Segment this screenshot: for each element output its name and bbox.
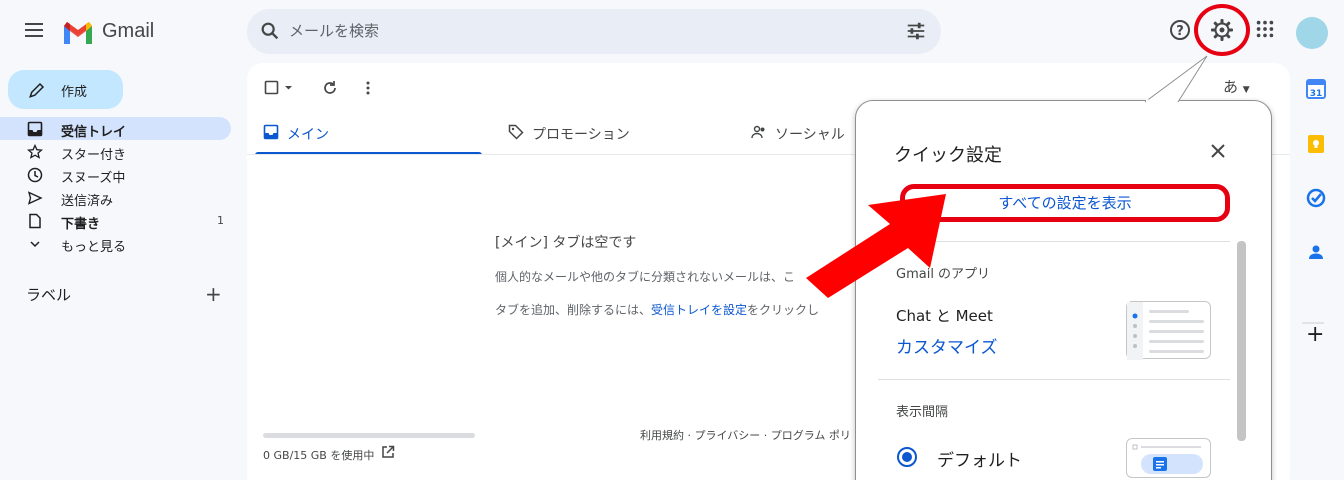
send-icon [27, 191, 43, 205]
get-addons-button[interactable]: + [1306, 322, 1324, 347]
main-menu-button[interactable] [22, 18, 46, 42]
empty-state-line-1: 個人的なメールや他のタブに分類されないメールは、こ [495, 270, 796, 284]
account-avatar[interactable] [1296, 17, 1328, 49]
calendar-icon[interactable]: 31 [1306, 79, 1326, 99]
tab-label: メイン [287, 127, 329, 143]
empty-state-line-2: タブを追加、削除するには、受信トレイを設定をクリックし [495, 301, 819, 318]
sidebar-item-label: 下書き [61, 217, 101, 232]
sidebar-item-label: スター付き [61, 148, 127, 163]
sidebar-item-snoozed[interactable]: スヌーズ中 [0, 163, 231, 186]
contacts-icon[interactable] [1306, 242, 1326, 262]
labels-heading: ラベル [26, 286, 72, 304]
refresh-icon[interactable] [322, 80, 338, 96]
sidebar-item-label: スヌーズ中 [61, 171, 126, 186]
chat-meet-label: Chat と Meet [896, 307, 993, 325]
tab-promotions[interactable]: プロモーション [492, 123, 732, 154]
compose-label: 作成 [61, 85, 88, 100]
quick-settings-panel: クイック設定 すべての設定を表示 Gmail のアプリ Chat と Meet … [855, 100, 1272, 480]
apps-grid-icon[interactable] [1254, 18, 1276, 40]
section-divider [878, 379, 1230, 380]
chat-meet-preview [1126, 301, 1211, 360]
density-default-radio[interactable] [897, 447, 917, 467]
storage-usage: 0 GB/15 GB を使用中 [263, 449, 375, 462]
sidebar-item-sent[interactable]: 送信済み [0, 186, 231, 209]
compose-button[interactable]: 作成 [8, 70, 123, 109]
search-input[interactable] [289, 15, 889, 47]
sidebar-item-label: 送信済み [61, 194, 114, 209]
inbox-settings-link[interactable]: 受信トレイを設定 [651, 303, 747, 317]
search-bar[interactable] [247, 9, 941, 54]
star-icon [27, 144, 43, 159]
sidebar-item-drafts[interactable]: 下書き 1 [0, 209, 231, 232]
search-options-icon[interactable] [905, 20, 927, 42]
gmail-brand: Gmail [102, 20, 155, 42]
apps-section-heading: Gmail のアプリ [896, 267, 991, 282]
empty-state-title: [メイン] タブは空です [495, 235, 637, 251]
tab-social[interactable]: ソーシャル [735, 123, 855, 154]
sidebar-item-label: 受信トレイ [61, 125, 127, 140]
help-icon[interactable]: ? [1168, 18, 1192, 42]
sidebar-item-count: 1 [217, 214, 224, 227]
density-section-heading: 表示間隔 [896, 405, 949, 420]
input-tools-label: あ [1223, 78, 1239, 96]
add-label-button[interactable]: + [205, 282, 222, 306]
sidebar-item-more[interactable]: もっと見る [0, 232, 231, 255]
scrollbar[interactable] [1237, 241, 1246, 441]
caret-down-icon: ▼ [1242, 85, 1250, 95]
more-vert-icon[interactable] [360, 80, 376, 96]
calendar-badge: 31 [1310, 89, 1323, 99]
search-icon[interactable] [259, 20, 281, 42]
inbox-icon [27, 121, 43, 137]
quick-settings-title: クイック設定 [894, 145, 1002, 166]
pencil-icon [29, 82, 45, 98]
tab-label: プロモーション [532, 127, 630, 143]
tab-primary[interactable]: メイン [247, 123, 482, 154]
density-default-label: デフォルト [937, 451, 1022, 471]
sidebar-item-inbox[interactable]: 受信トレイ [0, 117, 231, 140]
close-icon[interactable] [1208, 141, 1228, 161]
keep-icon[interactable] [1306, 134, 1326, 154]
input-tools-button[interactable]: あ ▼ [1223, 76, 1250, 97]
open-in-new-icon[interactable] [381, 445, 395, 459]
storage-meter [263, 433, 475, 438]
select-checkbox-icon[interactable] [264, 80, 296, 96]
people-icon [751, 125, 765, 139]
customize-link[interactable]: カスタマイズ [896, 333, 998, 358]
sidebar-item-starred[interactable]: スター付き [0, 140, 231, 163]
density-default-preview [1126, 438, 1211, 478]
see-all-settings-button[interactable]: すべての設定を表示 [900, 184, 1230, 222]
clock-icon [27, 167, 43, 183]
chevron-down-icon [30, 241, 40, 248]
tag-icon [508, 124, 524, 140]
sidebar-item-label: もっと見る [61, 240, 127, 255]
empty-state-text: タブを追加、削除するには、 [495, 303, 652, 317]
draft-icon [29, 213, 41, 229]
inbox-icon [263, 124, 279, 140]
tasks-icon[interactable] [1306, 188, 1326, 208]
svg-text:?: ? [1176, 24, 1184, 39]
gmail-logo-icon[interactable] [62, 20, 94, 44]
empty-state-text: をクリックし [747, 303, 820, 317]
section-divider [878, 241, 1230, 242]
footer-links[interactable]: 利用規約 · プライバシー · プログラム ポリ [640, 427, 851, 443]
tab-label: ソーシャル [775, 127, 845, 143]
gear-highlight-circle [1194, 4, 1250, 56]
